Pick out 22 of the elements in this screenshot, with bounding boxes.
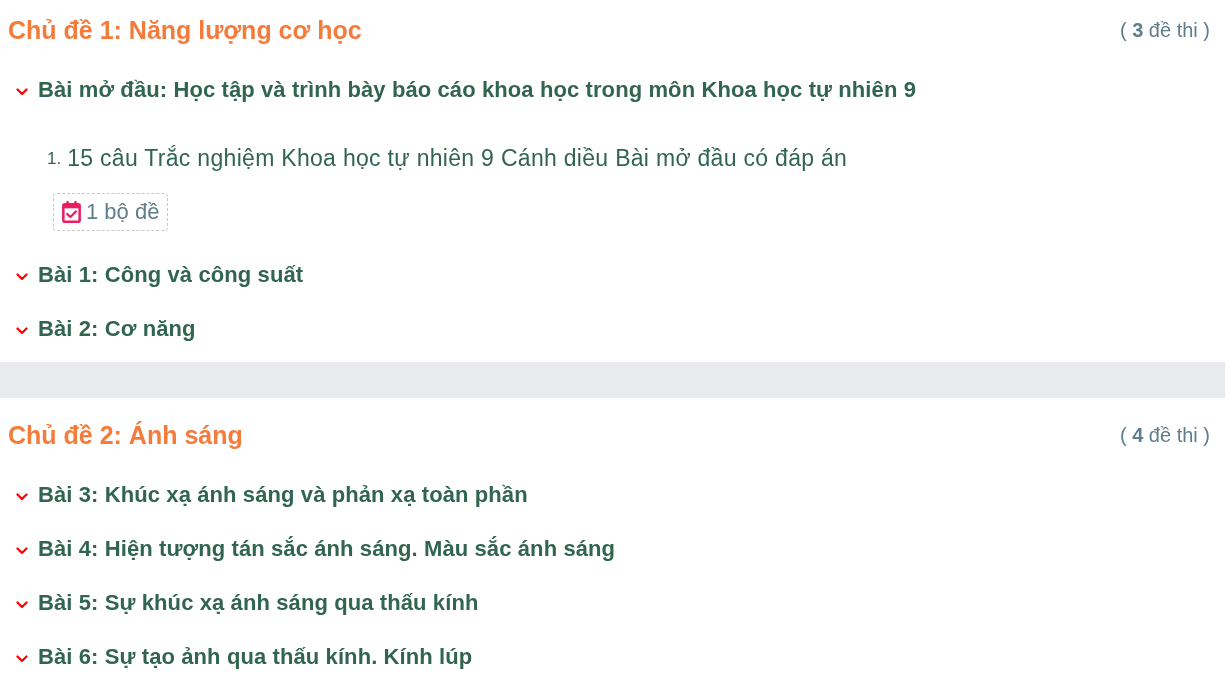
lesson-title[interactable]: Bài 3: Khúc xạ ánh sáng và phản xạ toàn phần xyxy=(38,480,528,510)
topic-title: Chủ đề 1: Năng lượng cơ học xyxy=(8,15,362,46)
lesson-title[interactable]: Bài 2: Cơ năng xyxy=(38,314,196,344)
chevron-down-icon xyxy=(16,327,28,335)
chevron-down-icon xyxy=(16,273,28,281)
chevron-down-icon xyxy=(16,655,28,663)
set-count-text: 1 bộ đề xyxy=(86,198,160,226)
calendar-check-icon xyxy=(62,201,81,223)
lesson-title[interactable]: Bài mở đầu: Học tập và trình bày báo cáo khoa học trong môn Khoa học tự nhiên 9 xyxy=(38,75,916,105)
lesson-title[interactable]: Bài 6: Sự tạo ảnh qua thấu kính. Kính lúp xyxy=(38,642,473,672)
test-count: ( 4 đề thi ) xyxy=(1119,423,1210,448)
test-count: ( 3 đề thi ) xyxy=(1119,18,1210,43)
chevron-down-icon xyxy=(16,601,28,609)
chevron-down-icon xyxy=(16,547,28,555)
lesson-title[interactable]: Bài 4: Hiện tượng tán sắc ánh sáng. Màu sắc ánh sáng xyxy=(38,534,616,564)
lesson-title[interactable]: Bài 5: Sự khúc xạ ánh sáng qua thấu kính xyxy=(38,588,479,618)
item-number: 1. xyxy=(47,148,62,170)
chevron-down-icon xyxy=(16,88,28,96)
test-link[interactable]: 15 câu Trắc nghiệm Khoa học tự nhiên 9 Cánh diều Bài mở đầu có đáp án xyxy=(67,143,848,173)
topic-title: Chủ đề 2: Ánh sáng xyxy=(8,420,243,451)
lesson-title[interactable]: Bài 1: Công và công suất xyxy=(38,260,304,290)
chevron-down-icon xyxy=(16,493,28,501)
